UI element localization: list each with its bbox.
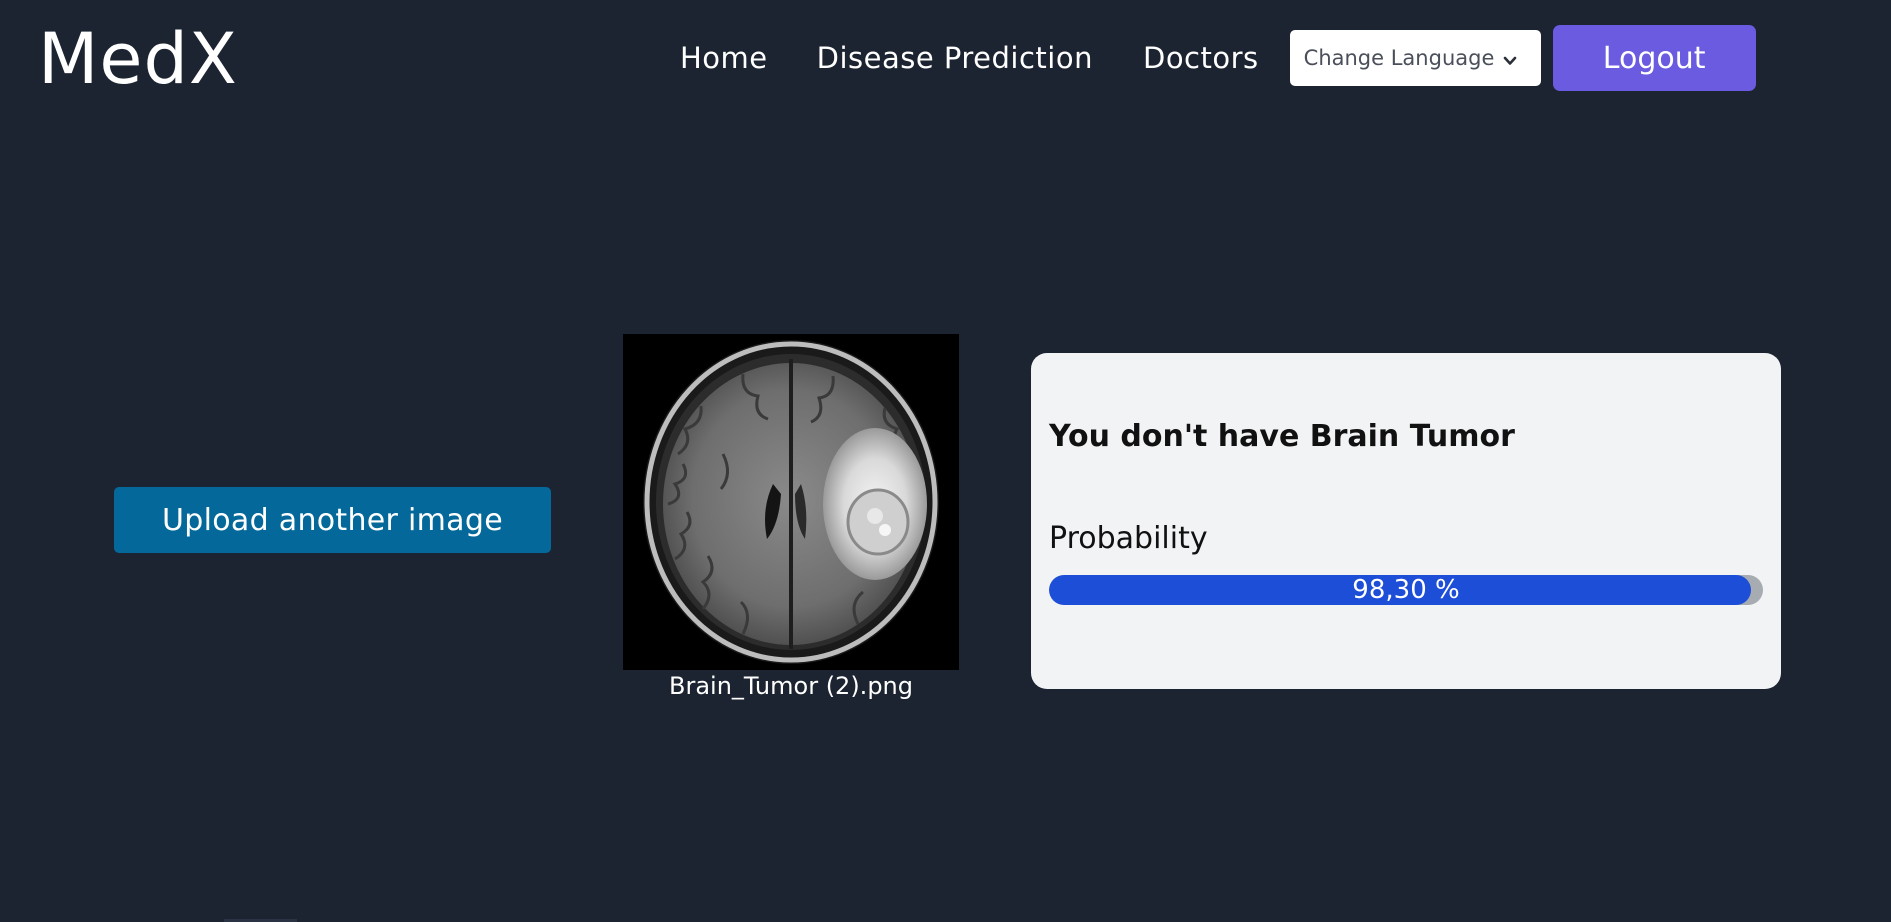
logout-button[interactable]: Logout [1552, 25, 1756, 91]
chevron-down-icon [1502, 50, 1518, 66]
nav-home[interactable]: Home [680, 41, 768, 75]
probability-value: 98,30 % [1352, 575, 1460, 605]
language-select-label: Change Language [1303, 46, 1495, 70]
uploaded-image-preview [623, 334, 959, 670]
language-select[interactable]: Change Language [1289, 30, 1541, 86]
result-card: You don't have Brain Tumor Probability 9… [1031, 353, 1781, 689]
probability-bar: 98,30 % [1049, 575, 1763, 605]
upload-another-image-button[interactable]: Upload another image [114, 487, 551, 553]
nav-disease-prediction[interactable]: Disease Prediction [817, 41, 1093, 75]
nav-doctors[interactable]: Doctors [1143, 41, 1259, 75]
image-filename: Brain_Tumor (2).png [668, 672, 913, 700]
probability-label: Probability [1049, 521, 1208, 556]
logo: MedX [38, 18, 238, 100]
top-nav: Home Disease Prediction Doctors Change L… [680, 25, 1756, 91]
result-title: You don't have Brain Tumor [1049, 419, 1515, 454]
